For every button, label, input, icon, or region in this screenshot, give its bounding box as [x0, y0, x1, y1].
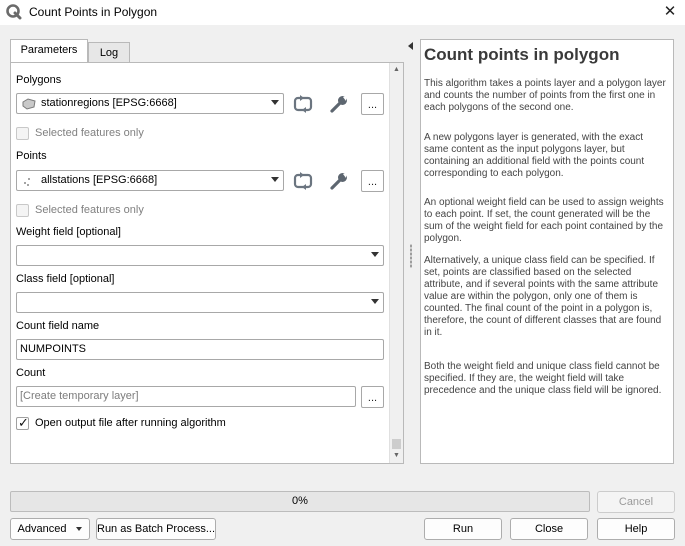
help-paragraph: An optional weight field can be used to …: [424, 197, 664, 244]
scrollbar-thumb[interactable]: [392, 439, 401, 449]
tab-parameters[interactable]: Parameters: [10, 39, 88, 63]
scroll-down-icon[interactable]: ▼: [390, 450, 403, 462]
title-bar: Count Points in Polygon ✕: [0, 0, 685, 25]
progress-bar: 0%: [10, 491, 590, 512]
cancel-button[interactable]: Cancel: [597, 491, 675, 513]
points-selected-only-checkbox[interactable]: Selected features only: [16, 203, 216, 219]
open-output-label: Open output file after running algorithm: [35, 417, 226, 429]
iterate-icon[interactable]: [292, 170, 314, 192]
polygons-selected-only-label: Selected features only: [35, 127, 144, 139]
weight-field-label: Weight field [optional]: [16, 226, 121, 238]
checkbox-box: [16, 127, 29, 140]
advanced-label: Advanced: [17, 523, 67, 535]
points-value: allstations [EPSG:6668]: [41, 174, 158, 186]
collapse-help-icon[interactable]: [408, 42, 413, 50]
points-options-button[interactable]: ...: [361, 170, 384, 192]
help-title: Count points in polygon: [424, 45, 620, 64]
close-button[interactable]: Close: [510, 518, 588, 540]
run-button[interactable]: Run: [424, 518, 502, 540]
polygons-options-button[interactable]: ...: [361, 93, 384, 115]
help-paragraph: Both the weight field and unique class f…: [424, 361, 662, 396]
window-title: Count Points in Polygon: [29, 5, 158, 19]
class-field-combo[interactable]: [16, 292, 384, 313]
help-button[interactable]: Help: [597, 518, 675, 540]
help-paragraph: A new polygons layer is generated, with …: [424, 132, 645, 179]
close-icon[interactable]: ✕: [660, 3, 680, 21]
weight-field-combo[interactable]: [16, 245, 384, 266]
checkbox-box: ✓: [16, 415, 29, 430]
points-combo[interactable]: allstations [EPSG:6668]: [16, 170, 284, 191]
count-field-name-label: Count field name: [16, 320, 100, 332]
count-output-options-button[interactable]: ...: [361, 386, 384, 408]
point-layer-icon: [24, 178, 30, 186]
wrench-icon[interactable]: [328, 170, 350, 192]
splitter-handle[interactable]: [410, 244, 412, 268]
tab-log[interactable]: Log: [88, 42, 130, 64]
chevron-down-icon: [371, 252, 379, 257]
chevron-down-icon: [76, 527, 83, 532]
class-field-label: Class field [optional]: [16, 273, 115, 285]
polygons-label: Polygons: [16, 74, 62, 86]
chevron-down-icon: [271, 100, 279, 105]
scroll-up-icon[interactable]: ▲: [390, 64, 403, 76]
advanced-button[interactable]: Advanced: [10, 518, 90, 540]
polygons-selected-only-checkbox[interactable]: Selected features only: [16, 126, 216, 142]
count-output-input[interactable]: [Create temporary layer]: [16, 386, 356, 407]
parameters-scroll-area: Polygons stationregions [EPSG:6668] ... …: [11, 63, 389, 463]
qgis-icon: [6, 4, 22, 20]
progress-text: 0%: [292, 495, 308, 507]
run-batch-button[interactable]: Run as Batch Process...: [96, 518, 216, 540]
points-selected-only-label: Selected features only: [35, 204, 144, 216]
polygon-layer-icon: [22, 98, 36, 110]
polygons-value: stationregions [EPSG:6668]: [41, 97, 177, 109]
polygons-combo[interactable]: stationregions [EPSG:6668]: [16, 93, 284, 114]
checkmark-icon: ✓: [18, 415, 29, 430]
parameters-scrollbar[interactable]: ▲ ▼: [389, 63, 403, 463]
open-output-checkbox[interactable]: ✓ Open output file after running algorit…: [16, 415, 276, 432]
count-label: Count: [16, 367, 46, 379]
help-paragraph: Alternatively, a unique class field can …: [424, 255, 662, 338]
checkbox-box: [16, 204, 29, 217]
parameters-panel: Polygons stationregions [EPSG:6668] ... …: [10, 62, 404, 464]
iterate-icon[interactable]: [292, 93, 314, 115]
help-paragraph: This algorithm takes a points layer and …: [424, 78, 666, 113]
chevron-down-icon: [271, 177, 279, 182]
count-field-name-input[interactable]: NUMPOINTS: [16, 339, 384, 360]
points-label: Points: [16, 150, 47, 162]
wrench-icon[interactable]: [328, 93, 350, 115]
chevron-down-icon: [371, 299, 379, 304]
help-panel: Count points in polygon This algorithm t…: [420, 39, 674, 464]
